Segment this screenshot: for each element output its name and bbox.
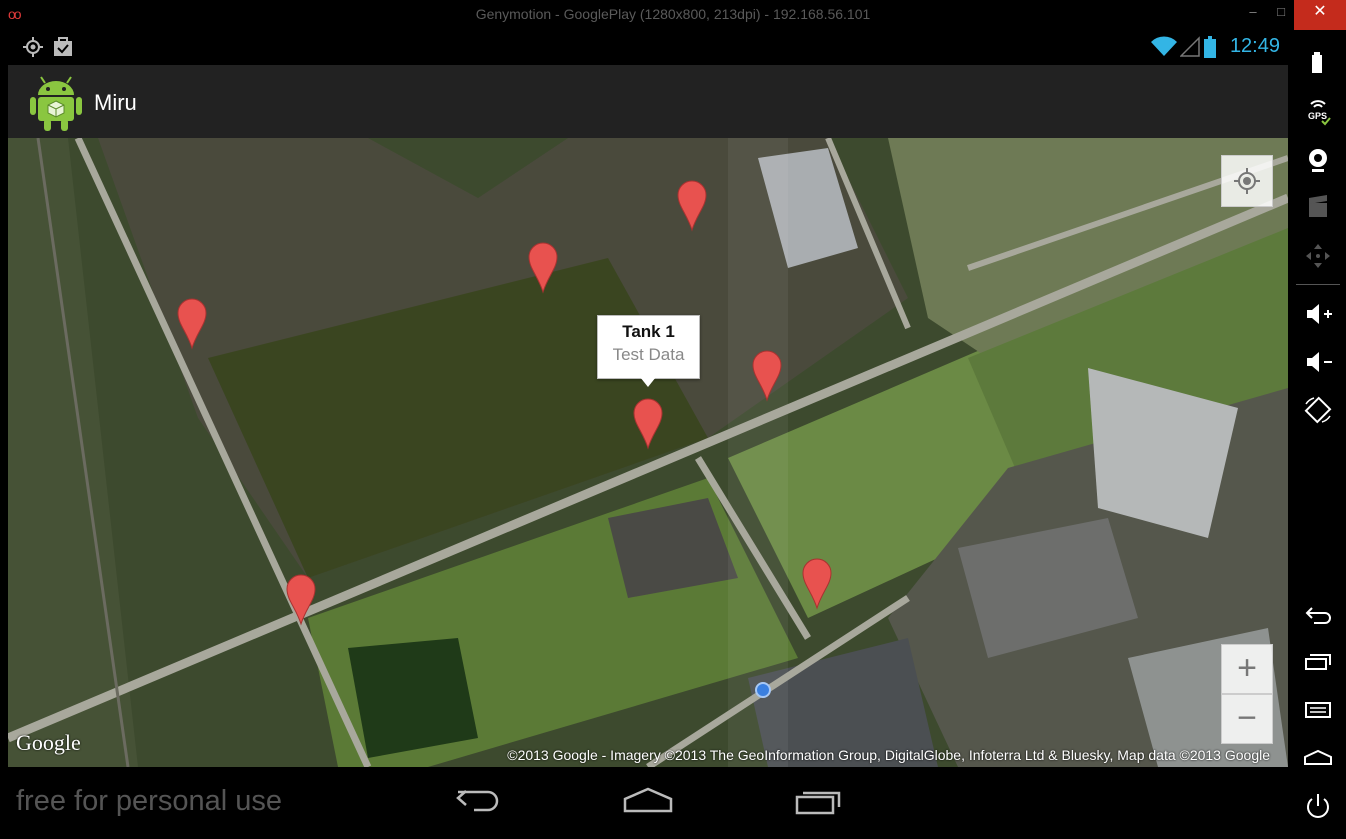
window-title: Genymotion - GooglePlay (1280x800, 213dp… xyxy=(475,6,871,22)
navigation-bar: free for personal use xyxy=(8,767,1288,839)
map-marker[interactable] xyxy=(752,350,782,402)
google-logo: Google xyxy=(16,730,81,755)
minimize-button[interactable]: – xyxy=(1240,0,1266,30)
gps-icon xyxy=(22,36,44,63)
clipboard-check-icon xyxy=(52,36,74,63)
dpad-icon[interactable] xyxy=(1298,238,1338,274)
my-location-icon xyxy=(1234,168,1260,194)
panel-divider xyxy=(1296,284,1340,285)
satellite-imagery xyxy=(8,138,1288,767)
recent-apps-icon[interactable] xyxy=(1298,644,1338,680)
power-icon[interactable] xyxy=(1298,788,1338,824)
maximize-button[interactable]: □ xyxy=(1268,0,1294,30)
zoom-out-button[interactable]: − xyxy=(1221,694,1273,744)
info-window-snippet: Test Data xyxy=(612,345,685,364)
map-marker[interactable] xyxy=(677,180,707,232)
info-window-tail xyxy=(640,377,656,387)
map-attribution[interactable]: ©2013 Google - Imagery ©2013 The GeoInfo… xyxy=(507,747,1270,763)
back-icon[interactable] xyxy=(1298,596,1338,632)
battery-icon[interactable] xyxy=(1298,46,1338,82)
window-title-bar: oo Genymotion - GooglePlay (1280x800, 21… xyxy=(0,0,1346,30)
map-marker[interactable] xyxy=(286,574,316,626)
map-view[interactable]: Tank 1 Test Data + − Google ©2013 Google… xyxy=(8,138,1288,767)
app-title: Miru xyxy=(94,90,137,115)
info-window[interactable]: Tank 1 Test Data xyxy=(597,315,700,387)
my-location-dot xyxy=(755,682,771,698)
watermark-text: free for personal use xyxy=(16,785,282,817)
map-marker[interactable] xyxy=(177,298,207,350)
genymotion-side-panel: GPS xyxy=(1290,30,1346,839)
status-bar: 12:49 xyxy=(8,30,1288,65)
video-icon[interactable] xyxy=(1298,190,1338,226)
android-robot-icon[interactable] xyxy=(30,73,82,136)
wifi-icon xyxy=(1150,36,1178,63)
camera-icon[interactable] xyxy=(1298,142,1338,178)
volume-up-icon[interactable] xyxy=(1298,296,1338,332)
svg-text:GPS: GPS xyxy=(1308,111,1327,121)
zoom-in-button[interactable]: + xyxy=(1221,644,1273,694)
close-button[interactable]: ✕ xyxy=(1294,0,1346,30)
menu-icon[interactable] xyxy=(1298,692,1338,728)
volume-down-icon[interactable] xyxy=(1298,344,1338,380)
signal-icon xyxy=(1179,36,1200,63)
info-window-title: Tank 1 xyxy=(622,322,675,341)
action-bar: Miru xyxy=(8,65,1288,138)
status-clock: 12:49 xyxy=(1229,35,1280,57)
back-icon[interactable] xyxy=(454,785,502,822)
rotate-icon[interactable] xyxy=(1298,392,1338,428)
map-marker[interactable] xyxy=(802,558,832,610)
battery-icon xyxy=(1204,36,1216,63)
recent-apps-icon[interactable] xyxy=(794,785,844,822)
my-location-button[interactable] xyxy=(1221,155,1273,207)
map-marker-selected[interactable] xyxy=(633,398,663,450)
gps-icon[interactable]: GPS xyxy=(1298,94,1338,130)
home-icon[interactable] xyxy=(1298,740,1338,776)
home-icon[interactable] xyxy=(622,785,674,822)
map-marker[interactable] xyxy=(528,242,558,294)
